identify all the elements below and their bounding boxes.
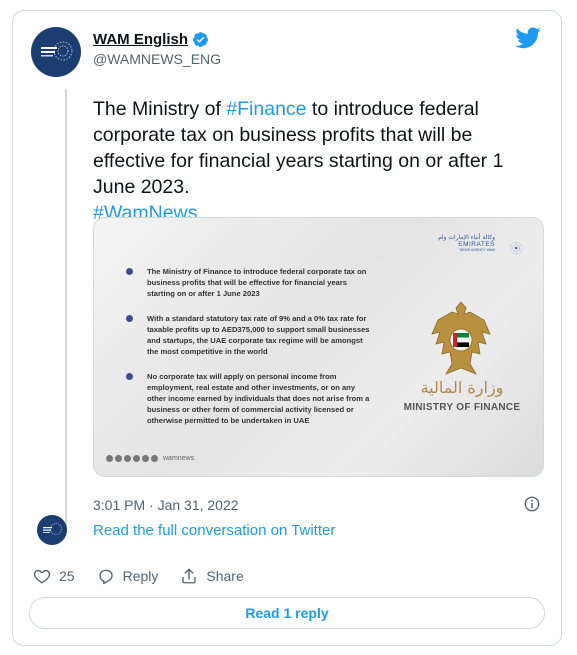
reply-button[interactable]: Reply — [97, 567, 159, 585]
media-bullet: The Ministry of Finance to introduce fed… — [126, 266, 371, 299]
share-label: Share — [206, 568, 244, 584]
verified-badge-icon — [193, 32, 208, 47]
social-icon — [142, 455, 149, 462]
twitter-bird-icon[interactable] — [515, 27, 541, 49]
bullet-dot — [126, 373, 133, 380]
conversation-avatar[interactable] — [37, 515, 67, 545]
wam-logo-icon — [41, 41, 73, 61]
uae-emblem-icon — [431, 301, 491, 375]
ministry-name-arabic: وزارة المالية — [420, 378, 504, 397]
hashtag-finance-link[interactable]: #Finance — [226, 98, 306, 120]
author-handle[interactable]: @WAMNEWS_ENG — [93, 51, 221, 67]
social-icon — [106, 455, 113, 462]
social-icon — [133, 455, 140, 462]
emirates-logo-sub: NEWS AGENCY WAM — [459, 248, 495, 252]
tweet-text-part: The Ministry of — [93, 98, 227, 120]
globe-icon — [510, 241, 523, 255]
tweet-media-image[interactable]: The Ministry of Finance to introduce fed… — [93, 217, 544, 477]
social-icon — [115, 455, 122, 462]
reply-label: Reply — [122, 568, 159, 584]
tweet-card: WAM English @WAMNEWS_ENG The Ministry of… — [12, 10, 562, 646]
read-conversation-link[interactable]: Read the full conversation on Twitter — [93, 522, 335, 539]
thread-line — [65, 89, 67, 531]
bullet-text: With a standard statutory tax rate of 9%… — [147, 314, 370, 356]
tweet-text: The Ministry of #Finance to introduce fe… — [93, 96, 543, 226]
social-icon — [151, 455, 158, 462]
emirates-logo-english: EMIRATES — [458, 241, 495, 248]
bullet-dot — [126, 315, 133, 322]
author-block: WAM English @WAMNEWS_ENG — [93, 31, 221, 67]
ministry-name-english: MINISTRY OF FINANCE — [403, 402, 521, 413]
like-button[interactable]: 25 — [33, 567, 75, 585]
share-button[interactable]: Share — [180, 567, 244, 585]
emirates-logo-arabic: وكالة أنباء الإمارات وام — [438, 234, 495, 241]
read-reply-button[interactable]: Read 1 reply — [29, 597, 545, 629]
avatar[interactable] — [31, 27, 81, 77]
author-name[interactable]: WAM English — [93, 31, 188, 48]
tweet-timestamp[interactable]: 3:01 PM · Jan 31, 2022 — [93, 497, 239, 513]
heart-icon — [33, 569, 51, 584]
tweet-actions: 25 Reply Share — [33, 567, 266, 585]
social-handles-strip: wamnews — [106, 455, 194, 462]
social-handle-text: wamnews — [163, 455, 195, 462]
share-upload-icon — [182, 568, 197, 584]
bullet-text: The Ministry of Finance to introduce fed… — [147, 267, 367, 298]
media-bullet: No corporate tax will apply on personal … — [126, 371, 371, 426]
like-count: 25 — [59, 568, 75, 584]
info-icon[interactable] — [523, 495, 541, 513]
bullet-text: No corporate tax will apply on personal … — [147, 372, 370, 425]
media-bullet: With a standard statutory tax rate of 9%… — [126, 313, 371, 357]
bullet-dot — [126, 268, 133, 275]
media-bullet-list: The Ministry of Finance to introduce fed… — [126, 266, 371, 440]
emirates-news-agency-logo: وكالة أنباء الإمارات وام EMIRATES NEWS A… — [438, 234, 495, 252]
reply-bubble-icon — [98, 569, 113, 585]
wam-logo-icon — [43, 523, 62, 535]
social-icon — [124, 455, 131, 462]
